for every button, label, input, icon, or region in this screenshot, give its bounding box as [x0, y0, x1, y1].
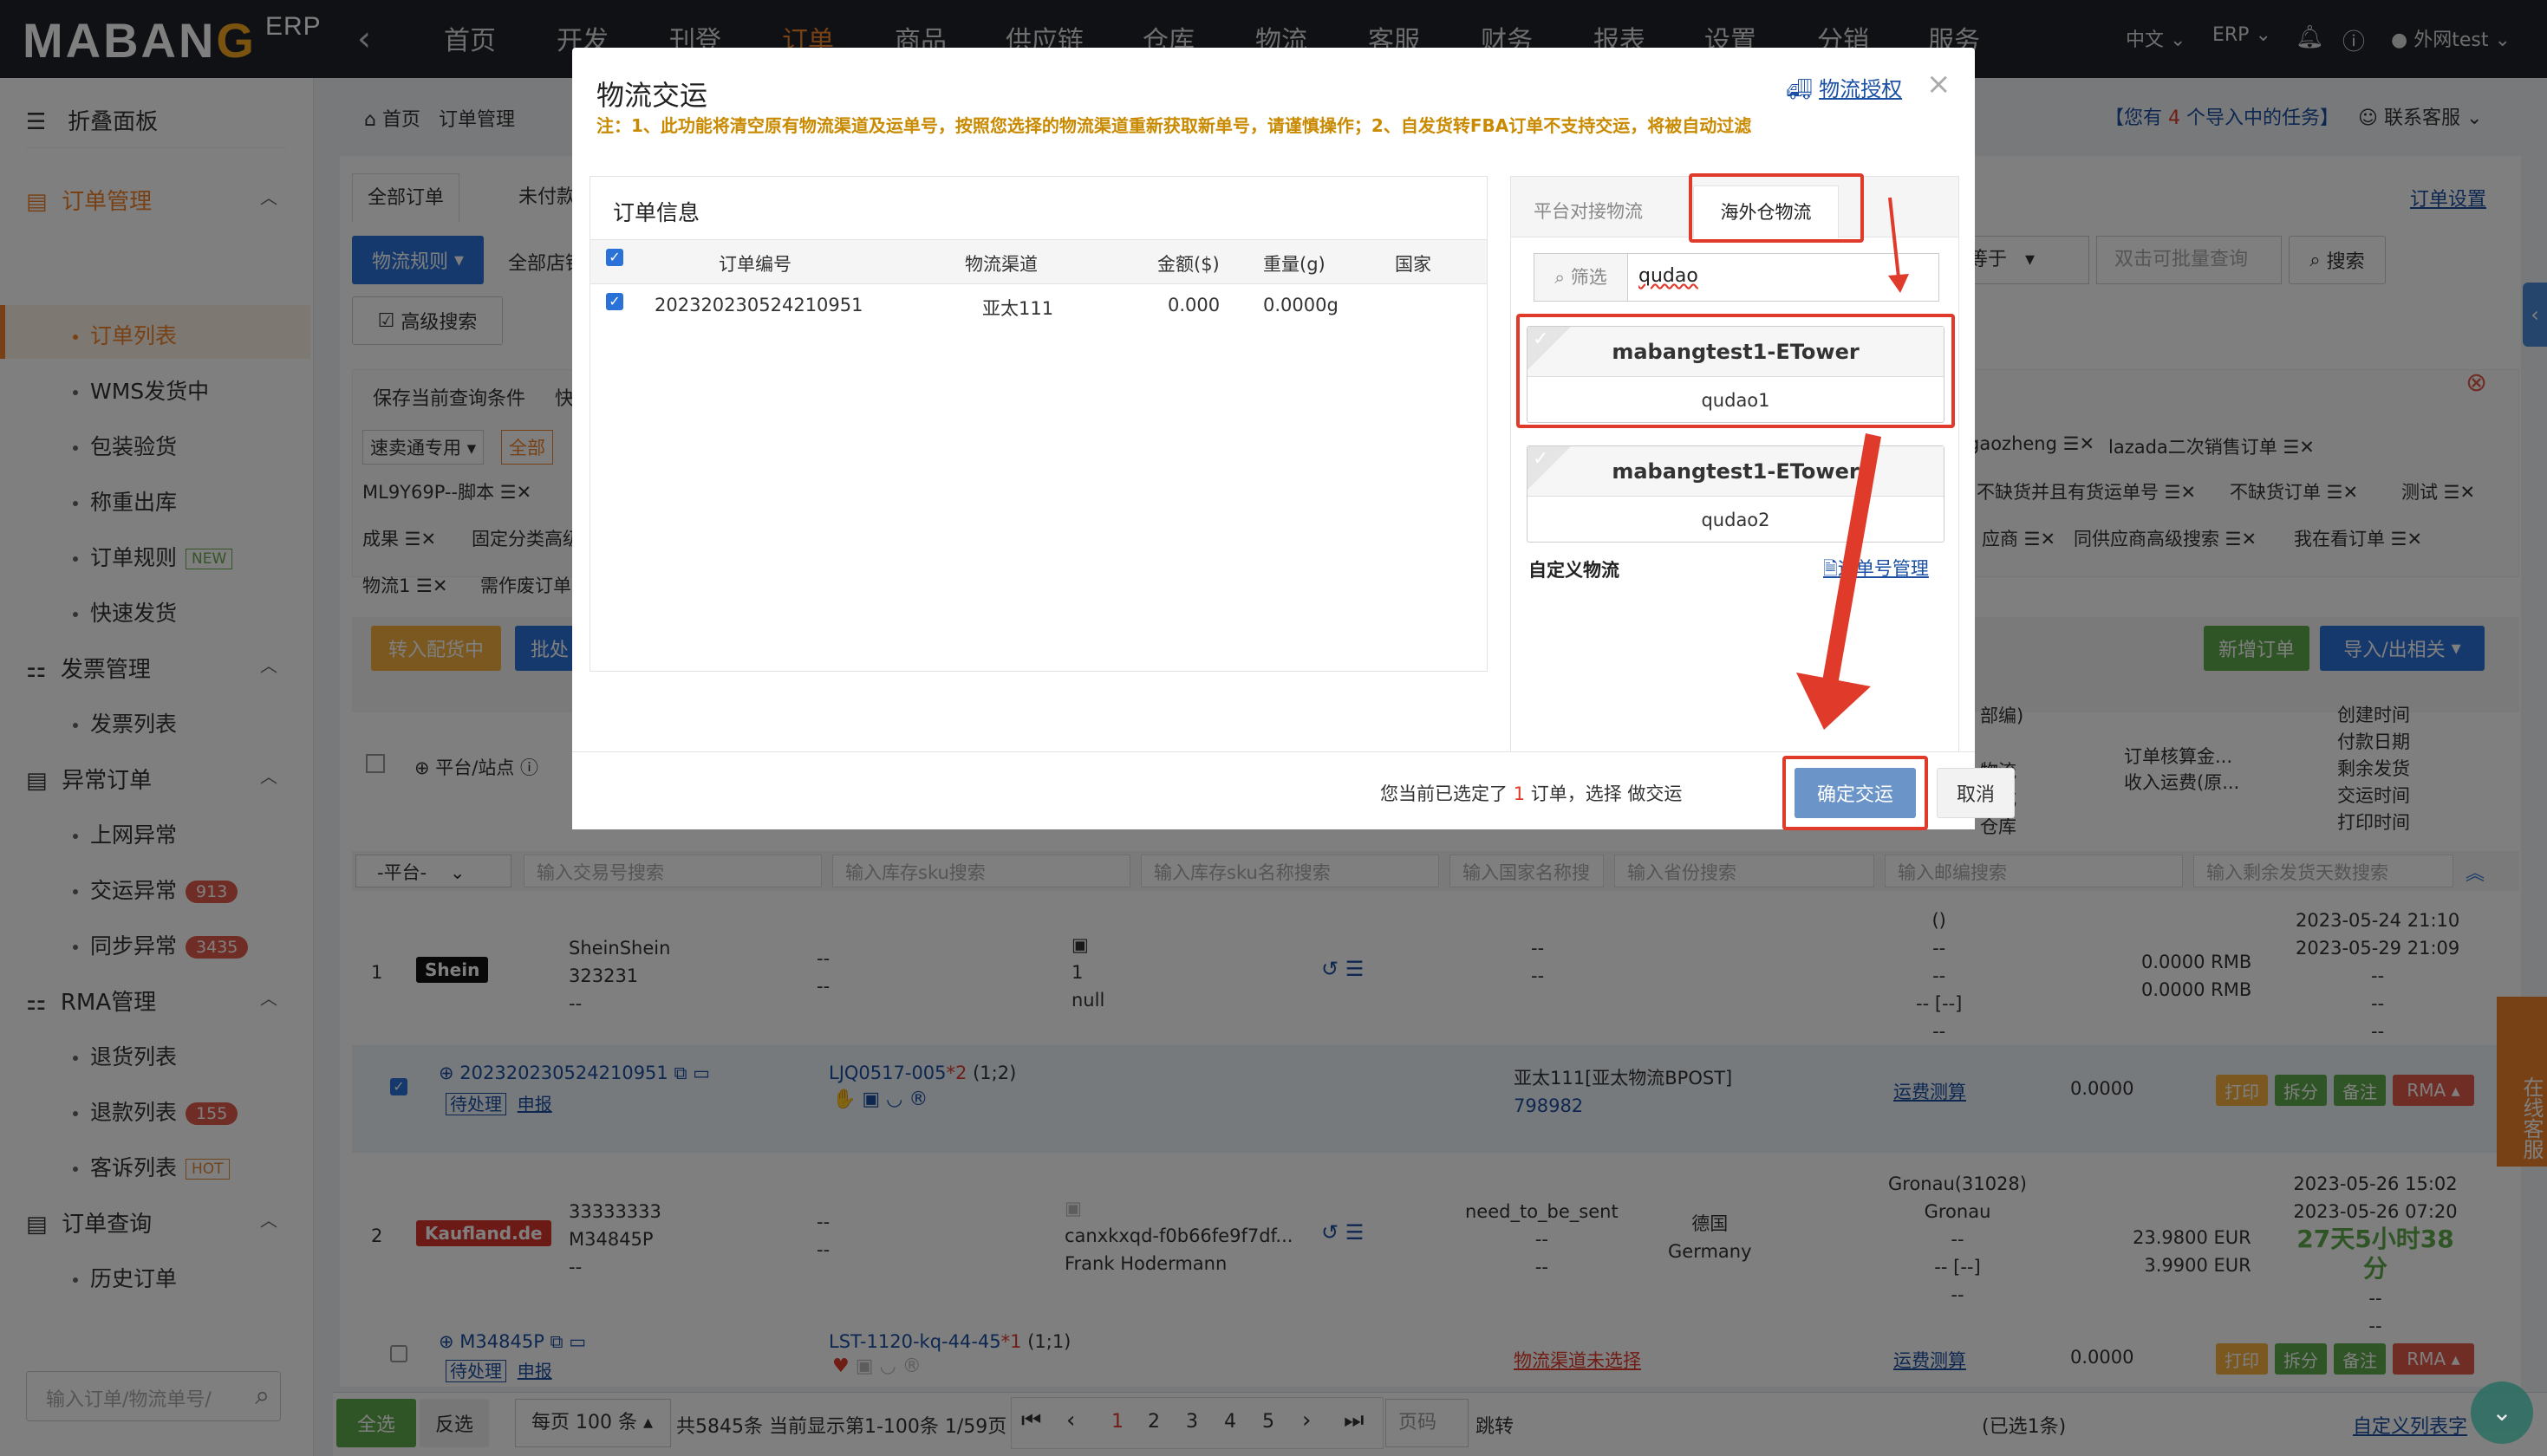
annotation-arrows: [1796, 197, 1909, 730]
annotation-arrowhead-large: [1796, 673, 1871, 730]
chat-bubble-icon[interactable]: ⌄: [2471, 1381, 2533, 1444]
annotation-arrowhead-small: [1888, 274, 1909, 293]
annotation-arrow-small: [1888, 197, 1900, 278]
annotation-arrow-large: [1822, 433, 1881, 685]
